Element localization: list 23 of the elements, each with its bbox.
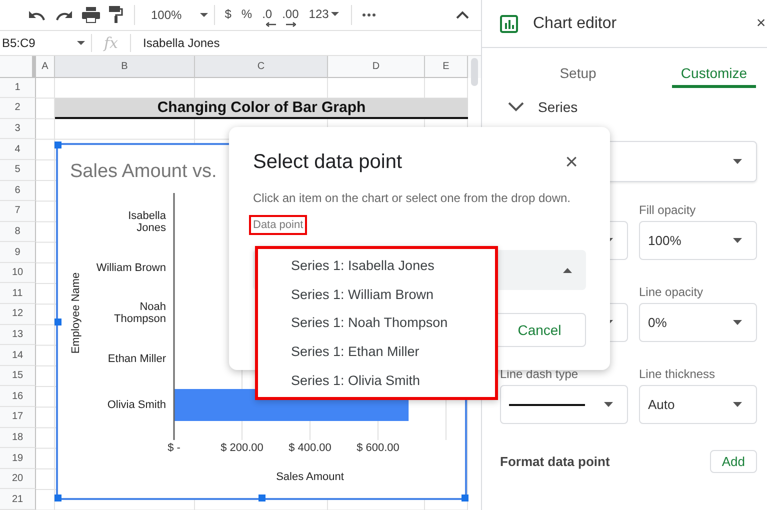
fx-label: fx [92,34,132,52]
axis-title: Employee Name [70,272,82,354]
field-label: Line dash type [500,366,580,383]
axis-tick-label: $ 600.00 [356,442,400,454]
category-label: William Brown [96,262,166,274]
panel-title: Chart editor [533,14,617,32]
axis-tick-label: $ 200.00 [220,442,264,454]
field-label: Line opacity [639,284,704,301]
chart-title: Sales Amount vs. [70,161,217,182]
field-label: Fill opacity [639,202,697,219]
category-label: Olivia Smith [107,399,166,411]
category-label: Noah Thompson [113,301,166,325]
field-label: Line thickness [639,366,716,383]
axis-title: Sales Amount [276,471,344,483]
section-label: Format data point [500,454,610,469]
category-label: Isabella Jones [127,210,166,234]
axis-tick-label: $ - [168,442,180,454]
field-label: Data point [249,215,308,235]
sheet-title: Changing Color of Bar Graph [157,98,366,116]
category-label: Ethan Miller [108,353,166,365]
axis-tick-label: $ 400.00 [288,442,332,454]
dialog-description: Click an item on the chart or select one from the drop down. [253,191,572,205]
dialog-title: Select data point [253,150,402,174]
